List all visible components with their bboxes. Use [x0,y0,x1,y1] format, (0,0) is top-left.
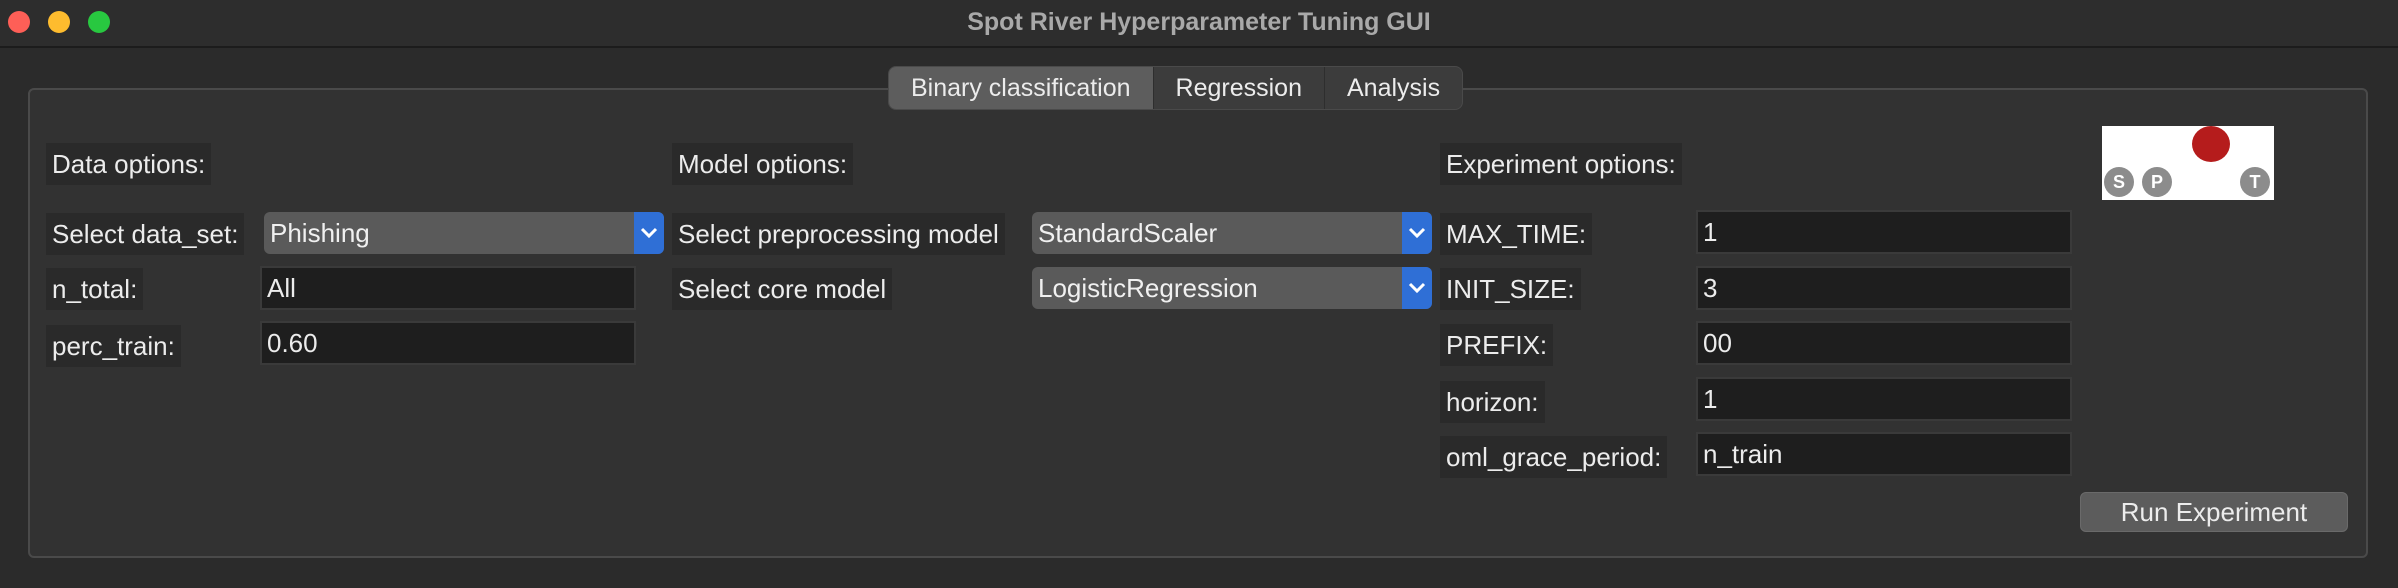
chevron-down-icon [1402,212,1432,254]
prefix-input[interactable]: 00 [1696,321,2072,365]
perc-train-label: perc_train: [46,325,181,367]
oml-grace-period-input[interactable]: n_train [1696,432,2072,476]
spot-logo: S P T [2102,126,2274,200]
n-total-input[interactable]: All [260,266,636,310]
logo-letter-p: P [2142,167,2172,197]
tab-binary-classification[interactable]: Binary classification [889,67,1154,109]
chevron-down-icon [1402,267,1432,309]
horizon-input[interactable]: 1 [1696,377,2072,421]
logo-letter-t: T [2240,167,2270,197]
init-size-label: INIT_SIZE: [1440,268,1581,310]
tab-bar: Binary classification Regression Analysi… [888,66,1464,110]
experiment-options-heading: Experiment options: [1440,143,1682,185]
oml-grace-period-label: oml_grace_period: [1440,436,1668,478]
chevron-down-icon [634,212,664,254]
max-time-input[interactable]: 1 [1696,210,2072,254]
horizon-label: horizon: [1440,381,1545,423]
data-set-label: Select data_set: [46,213,245,255]
tab-regression[interactable]: Regression [1154,67,1325,109]
max-time-label: MAX_TIME: [1440,213,1593,255]
data-set-value: Phishing [270,218,370,248]
run-experiment-button[interactable]: Run Experiment [2080,492,2348,532]
perc-train-input[interactable]: 0.60 [260,321,636,365]
init-size-input[interactable]: 3 [1696,266,2072,310]
preprocessing-model-select[interactable]: StandardScaler [1032,212,1432,254]
tab-analysis[interactable]: Analysis [1325,67,1462,109]
window-title: Spot River Hyperparameter Tuning GUI [967,8,1431,36]
data-options-heading: Data options: [46,143,212,185]
core-model-value: LogisticRegression [1038,273,1258,303]
preprocessing-model-label: Select preprocessing model [672,213,1005,255]
prefix-label: PREFIX: [1440,324,1554,366]
preprocessing-model-value: StandardScaler [1038,218,1218,248]
logo-red-ball [2192,126,2230,162]
core-model-label: Select core model [672,268,893,310]
core-model-select[interactable]: LogisticRegression [1032,267,1432,309]
logo-letter-s: S [2104,167,2134,197]
title-bar: Spot River Hyperparameter Tuning GUI [0,0,2398,48]
n-total-label: n_total: [46,268,144,310]
model-options-heading: Model options: [672,143,854,185]
data-set-select[interactable]: Phishing [264,212,664,254]
